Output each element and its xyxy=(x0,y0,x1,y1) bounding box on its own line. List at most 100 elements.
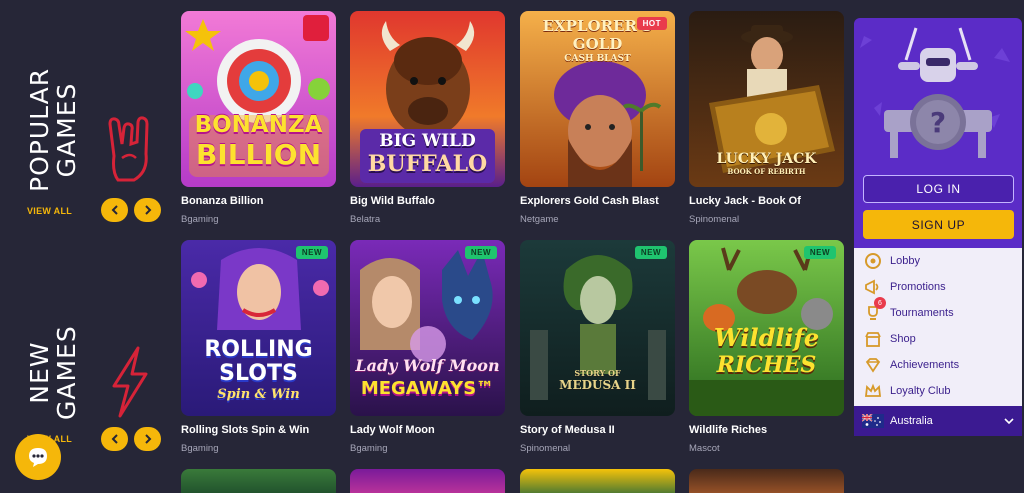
art-title: STORY OF xyxy=(574,368,621,378)
art-title: BOOK OF REBIRTH xyxy=(727,167,806,176)
game-thumbnail[interactable] xyxy=(350,469,505,493)
rock-hand-icon xyxy=(104,116,154,193)
tournament-count-badge: 6 xyxy=(874,297,886,309)
sidebar-item-loyalty-club[interactable]: Loyalty Club xyxy=(862,380,951,402)
prev-arrow-button[interactable] xyxy=(101,427,128,451)
game-provider: Spinomenal xyxy=(520,443,571,454)
sidebar: ? LOG IN SIGN UP Lobby Promotions 6 Tour… xyxy=(854,18,1022,438)
australia-flag-icon xyxy=(862,414,884,428)
game-title[interactable]: Bonanza Billion xyxy=(181,195,341,207)
game-thumbnail[interactable]: Lady Wolf Moon MEGAWAYS™ NEW xyxy=(350,240,505,416)
art-title: Lady Wolf Moon xyxy=(355,356,500,375)
game-provider: Spinomenal xyxy=(689,214,740,225)
section-title: NEW GAMES xyxy=(25,325,81,420)
game-thumbnail[interactable]: EXPLORER'S GOLD CASH BLAST HOT xyxy=(520,11,675,187)
section-title: POPULAR GAMES xyxy=(25,67,81,192)
game-thumbnail[interactable] xyxy=(181,469,336,493)
game-thumbnail[interactable]: ROLLING SLOTS Spin & Win NEW xyxy=(181,240,336,416)
next-arrow-button[interactable] xyxy=(134,198,161,222)
game-provider: Belatra xyxy=(350,214,381,225)
art-title: LUCKY JACK xyxy=(716,151,817,167)
game-thumbnail[interactable]: Wildlife RICHES NEW xyxy=(689,240,844,416)
game-thumbnail[interactable]: LUCKY JACK BOOK OF REBIRTH xyxy=(689,11,844,187)
game-provider: Bgaming xyxy=(181,214,219,225)
game-title[interactable]: Lady Wolf Moon xyxy=(350,424,510,436)
game-card-big-wild-buffalo[interactable]: BIG WILD BUFFALO Big Wild Buffalo Belatr… xyxy=(350,11,505,225)
chevron-left-icon xyxy=(111,434,118,444)
mystery-robot-icon: ? xyxy=(860,27,1010,158)
art-title: BUFFALO xyxy=(367,151,488,177)
sidebar-item-achievements[interactable]: Achievements xyxy=(862,354,959,376)
art-title: Spin & Win xyxy=(217,387,300,402)
new-badge: NEW xyxy=(803,246,836,259)
art-title: BIG WILD xyxy=(379,131,476,151)
game-thumbnail[interactable]: BIG WILD BUFFALO xyxy=(350,11,505,187)
megaphone-icon xyxy=(862,277,884,297)
sidebar-menu: Lobby Promotions 6 Tournaments Shop Achi… xyxy=(854,248,1022,408)
game-card-lucky-jack[interactable]: LUCKY JACK BOOK OF REBIRTH Lucky Jack - … xyxy=(689,11,844,225)
game-title[interactable]: Big Wild Buffalo xyxy=(350,195,510,207)
art-title: Wildlife xyxy=(713,323,820,352)
chevron-down-icon xyxy=(1004,418,1014,425)
view-all-link[interactable]: VIEW ALL xyxy=(27,206,72,216)
game-title[interactable]: Rolling Slots Spin & Win xyxy=(181,424,341,436)
diamond-icon xyxy=(862,355,884,375)
prev-arrow-button[interactable] xyxy=(101,198,128,222)
lobby-icon xyxy=(862,251,884,271)
art-title: SLOTS xyxy=(219,361,298,386)
art-title: CASH BLAST xyxy=(564,54,631,64)
game-title[interactable]: Lucky Jack - Book Of xyxy=(689,195,849,207)
sidebar-item-label: Achievements xyxy=(890,359,960,371)
new-badge: NEW xyxy=(464,246,497,259)
art-title: ROLLING xyxy=(204,337,313,362)
new-badge: NEW xyxy=(634,246,667,259)
country-selector[interactable]: Australia xyxy=(854,406,1022,436)
art-title: RICHES xyxy=(716,352,817,378)
sidebar-item-label: Loyalty Club xyxy=(890,385,951,397)
sidebar-item-label: Promotions xyxy=(890,281,946,293)
svg-text:?: ? xyxy=(930,106,946,139)
game-title[interactable]: Wildlife Riches xyxy=(689,424,849,436)
game-provider: Bgaming xyxy=(181,443,219,454)
chat-icon xyxy=(29,448,47,467)
game-thumbnail[interactable]: STORY OF MEDUSA II NEW xyxy=(520,240,675,416)
game-card-bonanza-billion[interactable]: BONANZA BILLION Bonanza Billion Bgaming xyxy=(181,11,336,225)
game-provider: Netgame xyxy=(520,214,559,225)
sidebar-item-label: Shop xyxy=(890,333,916,345)
game-card-rolling-slots[interactable]: ROLLING SLOTS Spin & Win NEW Rolling Slo… xyxy=(181,240,336,454)
sidebar-item-tournaments[interactable]: 6 Tournaments xyxy=(862,297,954,324)
shop-icon xyxy=(862,329,884,349)
login-button[interactable]: LOG IN xyxy=(863,175,1014,203)
sidebar-item-lobby[interactable]: Lobby xyxy=(862,250,920,272)
sidebar-item-shop[interactable]: Shop xyxy=(862,328,916,350)
new-games-header: NEW GAMES VIEW ALL xyxy=(0,232,168,464)
game-card-lady-wolf-moon[interactable]: Lady Wolf Moon MEGAWAYS™ NEW Lady Wolf M… xyxy=(350,240,505,454)
chat-button[interactable] xyxy=(15,434,61,480)
signup-button[interactable]: SIGN UP xyxy=(863,210,1014,239)
game-card-wildlife-riches[interactable]: Wildlife RICHES NEW Wildlife Riches Masc… xyxy=(689,240,844,454)
art-title: BILLION xyxy=(195,138,322,171)
art-title: MEGAWAYS™ xyxy=(360,378,495,399)
game-thumbnail[interactable] xyxy=(520,469,675,493)
next-arrow-button[interactable] xyxy=(134,427,161,451)
game-title[interactable]: Story of Medusa II xyxy=(520,424,680,436)
art-title: BONANZA xyxy=(194,112,323,138)
popular-games-header: POPULAR GAMES VIEW ALL xyxy=(0,0,168,232)
game-provider: Bgaming xyxy=(350,443,388,454)
chevron-right-icon xyxy=(144,434,151,444)
game-title[interactable]: Explorers Gold Cash Blast xyxy=(520,195,680,207)
new-badge: NEW xyxy=(295,246,328,259)
trophy-icon: 6 xyxy=(862,297,886,323)
chevron-right-icon xyxy=(144,205,151,215)
game-card-story-of-medusa[interactable]: STORY OF MEDUSA II NEW Story of Medusa I… xyxy=(520,240,675,454)
art-title: MEDUSA II xyxy=(559,378,636,392)
sidebar-item-promotions[interactable]: Promotions xyxy=(862,276,946,298)
crown-icon xyxy=(862,381,884,401)
sidebar-item-label: Lobby xyxy=(890,255,920,267)
game-thumbnail[interactable]: BONANZA BILLION xyxy=(181,11,336,187)
lightning-icon xyxy=(108,346,152,423)
game-provider: Mascot xyxy=(689,443,720,454)
country-label: Australia xyxy=(890,415,933,427)
game-card-explorers-gold[interactable]: EXPLORER'S GOLD CASH BLAST HOT Explorers… xyxy=(520,11,675,225)
game-thumbnail[interactable] xyxy=(689,469,844,493)
